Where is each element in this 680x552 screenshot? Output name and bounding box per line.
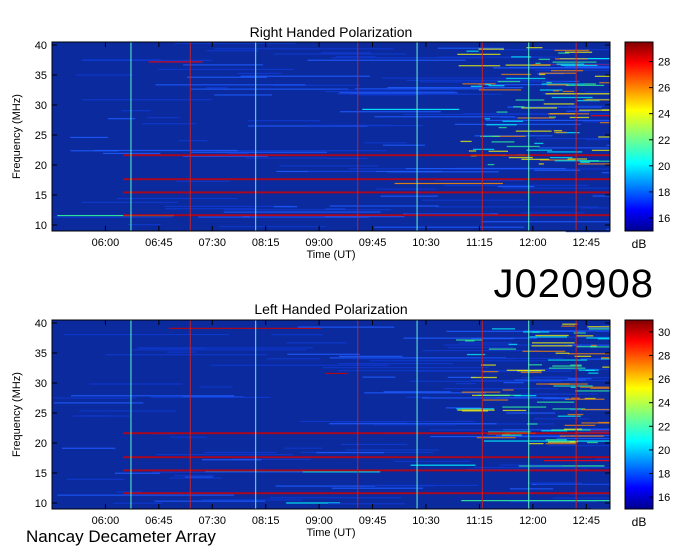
y-tick-label: 35: [35, 348, 47, 360]
left-polarization-panel: Left Handed Polarization 10 15 20 25 30 35 40 06…: [11, 301, 670, 539]
x-tick-label: 06:00: [92, 515, 120, 527]
y-tick-label: 40: [35, 318, 47, 330]
x-tick-label: 06:45: [145, 237, 173, 249]
x-tick-label: 09:45: [359, 515, 387, 527]
footer-caption: Nancay Decameter Array: [26, 527, 216, 546]
colorbar-tick-label: 22: [658, 421, 670, 433]
panel-title: Left Handed Polarization: [254, 301, 407, 317]
y-tick-label: 10: [35, 498, 47, 510]
x-axis-label: Time (UT): [306, 527, 355, 539]
right-polarization-panel: Right Handed Polarization 10 15 20 25 30 35 40 0…: [11, 24, 670, 261]
x-tick-label: 08:15: [252, 237, 280, 249]
colorbar-tick-label: 28: [658, 57, 670, 69]
x-tick-label: 07:30: [199, 515, 227, 527]
x-tick-label: 09:00: [305, 515, 333, 527]
y-tick-label: 10: [35, 220, 47, 232]
colorbar-tick-label: 26: [658, 83, 670, 95]
y-tick-label: 15: [35, 190, 47, 202]
colorbar: [624, 41, 654, 232]
x-tick-label: 08:15: [252, 515, 280, 527]
y-tick-label: 15: [35, 468, 47, 480]
spectrum-background: [52, 320, 610, 509]
colorbar-tick-label: 16: [658, 492, 670, 504]
x-tick-label: 09:45: [359, 237, 387, 249]
colorbar-tick-label: 24: [658, 109, 670, 121]
x-tick-label: 12:00: [519, 515, 547, 527]
y-tick-label: 25: [35, 408, 47, 420]
x-tick-label: 09:00: [305, 237, 333, 249]
colorbar-tick-label: 30: [658, 327, 670, 339]
colorbar-tick-label: 26: [658, 374, 670, 386]
x-tick-label: 10:30: [412, 237, 440, 249]
colorbar-tick-label: 22: [658, 135, 670, 147]
x-tick-label: 12:45: [572, 515, 600, 527]
observation-id: J020908: [493, 262, 654, 306]
x-tick-label: 11:15: [466, 237, 493, 249]
y-axis-label: Frequency (MHz): [11, 94, 23, 179]
y-tick-label: 30: [35, 378, 47, 390]
y-tick-label: 35: [35, 70, 47, 82]
x-tick-label: 06:00: [92, 237, 120, 249]
y-tick-label: 40: [35, 40, 47, 52]
y-tick-label: 30: [35, 100, 47, 112]
x-tick-label: 07:30: [199, 237, 227, 249]
y-tick-label: 20: [35, 160, 47, 172]
colorbar-tick-label: 16: [658, 213, 670, 225]
panel-title: Right Handed Polarization: [250, 24, 413, 40]
colorbar-tick-label: 28: [658, 350, 670, 362]
colorbar-tick-label: 20: [658, 445, 670, 457]
x-tick-label: 10:30: [412, 515, 440, 527]
y-tick-label: 25: [35, 130, 47, 142]
x-tick-label: 11:15: [466, 515, 493, 527]
colorbar-unit-label: dB: [632, 515, 647, 529]
colorbar-tick-label: 18: [658, 187, 670, 199]
x-axis-label: Time (UT): [306, 249, 355, 261]
y-axis-label: Frequency (MHz): [11, 372, 23, 457]
colorbar: [624, 319, 654, 510]
colorbar-tick-label: 20: [658, 161, 670, 173]
colorbar-unit-label: dB: [632, 237, 647, 251]
x-tick-label: 12:00: [519, 237, 547, 249]
x-tick-label: 12:45: [572, 237, 600, 249]
x-tick-label: 06:45: [145, 515, 173, 527]
colorbar-tick-label: 18: [658, 469, 670, 481]
y-tick-label: 20: [35, 438, 47, 450]
colorbar-tick-label: 24: [658, 398, 670, 410]
